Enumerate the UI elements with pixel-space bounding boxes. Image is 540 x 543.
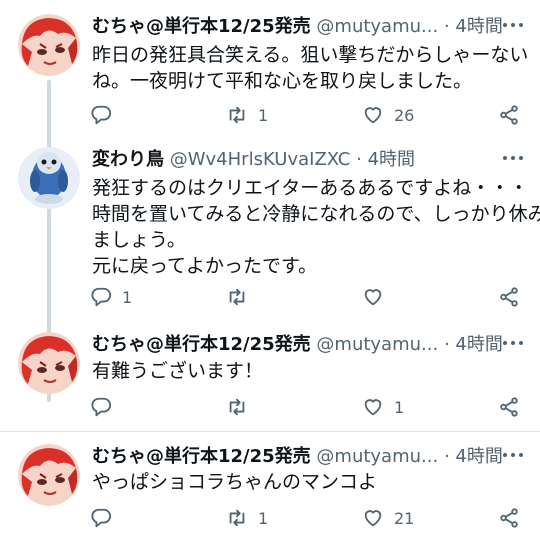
separator-dot: · bbox=[443, 446, 450, 467]
separator-dot: · bbox=[443, 16, 450, 37]
like-count: 1 bbox=[394, 397, 405, 417]
tweet[interactable]: むちゃ@単行本12/25発売 @mutyamu... · 4時間 有難うございま… bbox=[0, 330, 540, 425]
timestamp[interactable]: 4時間 bbox=[368, 149, 415, 170]
share-icon bbox=[500, 105, 518, 125]
like-button[interactable]: 26 bbox=[362, 101, 414, 129]
timestamp[interactable]: 4時間 bbox=[455, 446, 502, 467]
tweet-header: 変わり鳥 @Wv4HrlsKUvaIZXC · 4時間 bbox=[92, 147, 415, 173]
like-button[interactable]: 21 bbox=[362, 504, 414, 532]
tweet-text-line: 発狂するのはクリエイターあるあるですよね・・・ bbox=[92, 177, 529, 199]
retweet-button[interactable] bbox=[226, 283, 258, 311]
heart-icon bbox=[364, 510, 382, 527]
user-handle[interactable]: @mutyamu... bbox=[316, 446, 438, 467]
user-handle[interactable]: @mutyamu... bbox=[316, 16, 438, 37]
tweet[interactable]: むちゃ@単行本12/25発売 @mutyamu... · 4時間 やっぱショコラ… bbox=[0, 442, 540, 542]
tweet-text-line: ましょう。 bbox=[92, 229, 186, 251]
tweet-text-line: ね。一夜明けて平和な心を取り戻しました。 bbox=[92, 70, 473, 92]
avatar-image bbox=[18, 147, 80, 209]
user-handle[interactable]: @mutyamu... bbox=[316, 334, 438, 355]
retweet-count: 1 bbox=[258, 508, 269, 528]
tweet-text: やっぱショコラちゃんのマンコよ bbox=[92, 469, 377, 495]
timestamp[interactable]: 4時間 bbox=[455, 334, 502, 355]
retweet-icon bbox=[229, 398, 245, 416]
avatar-image bbox=[18, 444, 80, 506]
share-button[interactable] bbox=[498, 283, 520, 311]
tweet-actions: 1 bbox=[90, 283, 530, 311]
share-button[interactable] bbox=[498, 101, 520, 129]
more-icon[interactable] bbox=[502, 16, 524, 34]
tweet-text: 昨日の発狂具合笑える。狙い撃ちだからしゃーない ね。一夜明けて平和な心を取り戻し… bbox=[92, 42, 528, 94]
avatar[interactable] bbox=[18, 332, 80, 394]
reply-icon bbox=[91, 287, 112, 307]
avatar-image bbox=[18, 14, 80, 76]
display-name[interactable]: むちゃ@単行本12/25発売 bbox=[92, 446, 311, 467]
heart-icon bbox=[364, 399, 382, 416]
display-name[interactable]: むちゃ@単行本12/25発売 bbox=[92, 16, 311, 37]
tweet-header: むちゃ@単行本12/25発売 @mutyamu... · 4時間 bbox=[92, 444, 503, 470]
avatar[interactable] bbox=[18, 147, 80, 209]
reply-button[interactable] bbox=[90, 504, 122, 532]
tweet-text: 発狂するのはクリエイターあるあるですよね・・・ 時間を置いてみると冷静になれるの… bbox=[92, 175, 540, 279]
reply-icon bbox=[91, 105, 112, 125]
tweet[interactable]: 変わり鳥 @Wv4HrlsKUvaIZXC · 4時間 発狂するのはクリエイター… bbox=[0, 145, 540, 315]
display-name[interactable]: むちゃ@単行本12/25発売 bbox=[92, 334, 311, 355]
reply-icon bbox=[91, 397, 112, 417]
heart-icon bbox=[364, 107, 382, 124]
reply-button[interactable] bbox=[90, 101, 122, 129]
like-button[interactable]: 1 bbox=[362, 393, 404, 421]
separator-dot: · bbox=[356, 149, 362, 170]
share-icon bbox=[500, 287, 518, 307]
tweet-text-line: 時間を置いてみると冷静になれるので、しっかり休み bbox=[92, 203, 540, 225]
avatar[interactable] bbox=[18, 14, 80, 76]
like-button[interactable] bbox=[362, 283, 394, 311]
tweet-header: むちゃ@単行本12/25発売 @mutyamu... · 4時間 bbox=[92, 332, 503, 358]
user-handle[interactable]: @Wv4HrlsKUvaIZXC bbox=[170, 149, 351, 170]
like-count: 26 bbox=[394, 105, 415, 125]
more-icon[interactable] bbox=[502, 149, 524, 167]
tweet-actions: 1 bbox=[90, 393, 530, 421]
tweet-text-line: 有難うございます！ bbox=[92, 360, 264, 382]
retweet-button[interactable]: 1 bbox=[226, 101, 268, 129]
share-button[interactable] bbox=[498, 393, 520, 421]
tweet-text-line: 元に戻ってよかったです。 bbox=[92, 255, 318, 277]
timestamp[interactable]: 4時間 bbox=[455, 16, 502, 37]
tweet-actions: 1 21 bbox=[90, 504, 530, 532]
share-icon bbox=[500, 397, 518, 417]
retweet-icon bbox=[229, 509, 245, 527]
avatar[interactable] bbox=[18, 444, 80, 506]
retweet-icon bbox=[229, 106, 245, 124]
like-count: 21 bbox=[394, 508, 415, 528]
retweet-button[interactable]: 1 bbox=[226, 504, 268, 532]
share-icon bbox=[500, 508, 518, 528]
tweet[interactable]: むちゃ@単行本12/25発売 @mutyamu... · 4時間 昨日の発狂具合… bbox=[0, 12, 540, 402]
retweet-button[interactable] bbox=[226, 393, 258, 421]
reply-button[interactable] bbox=[90, 393, 122, 421]
heart-icon bbox=[364, 289, 382, 306]
reply-button[interactable]: 1 bbox=[90, 283, 132, 311]
tweet-text: 有難うございます！ bbox=[92, 358, 263, 384]
separator-dot: · bbox=[443, 334, 450, 355]
retweet-count: 1 bbox=[258, 105, 269, 125]
more-icon[interactable] bbox=[502, 446, 524, 464]
tweet-header: むちゃ@単行本12/25発売 @mutyamu... · 4時間 bbox=[92, 14, 503, 40]
avatar-image bbox=[18, 332, 80, 394]
retweet-icon bbox=[229, 288, 245, 306]
more-icon[interactable] bbox=[502, 334, 524, 352]
share-button[interactable] bbox=[498, 504, 520, 532]
reply-icon bbox=[91, 508, 112, 528]
tweet-divider bbox=[0, 431, 540, 432]
tweet-text-line: 昨日の発狂具合笑える。狙い撃ちだからしゃーない bbox=[92, 44, 529, 66]
tweet-text-line: やっぱショコラちゃんのマンコよ bbox=[92, 471, 378, 493]
tweet-actions: 1 26 bbox=[90, 101, 530, 129]
reply-count: 1 bbox=[122, 287, 133, 307]
display-name[interactable]: 変わり鳥 bbox=[92, 149, 164, 170]
